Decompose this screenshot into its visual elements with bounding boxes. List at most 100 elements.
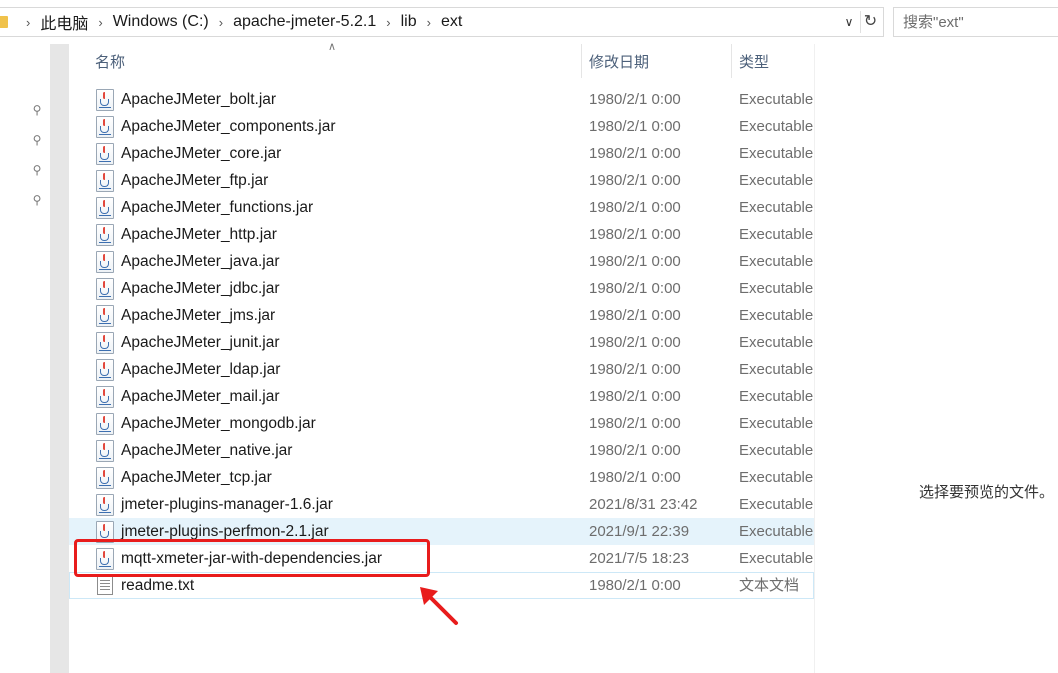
file-name: ApacheJMeter_java.jar: [121, 252, 280, 270]
breadcrumb-item[interactable]: apache-jmeter-5.2.1: [233, 13, 376, 31]
file-date: 1980/2/1 0:00: [589, 145, 681, 162]
breadcrumb[interactable]: › 此电脑 › Windows (C:) › apache-jmeter-5.2.1 › li…: [0, 7, 884, 37]
file-date: 1980/2/1 0:00: [589, 334, 681, 351]
refresh-icon[interactable]: ↻: [860, 11, 880, 33]
file-date: 1980/2/1 0:00: [589, 577, 681, 594]
pin-icon[interactable]: ⚲: [30, 163, 44, 177]
file-type: Executable: [739, 280, 814, 297]
pin-icon[interactable]: ⚲: [30, 103, 44, 117]
breadcrumb-item[interactable]: Windows (C:): [113, 13, 209, 31]
file-type: Executable: [739, 334, 814, 351]
table-row[interactable]: ApacheJMeter_bolt.jar 1980/2/1 0:00 Execut…: [69, 86, 814, 113]
folder-icon: [0, 16, 8, 28]
chevron-right-icon[interactable]: ›: [219, 15, 223, 30]
file-name: ApacheJMeter_tcp.jar: [121, 468, 272, 486]
file-name-cell: ApacheJMeter_mail.jar: [95, 383, 585, 410]
column-header-date[interactable]: 修改日期: [589, 44, 649, 78]
file-type: Executable: [739, 388, 814, 405]
sort-ascending-icon: ∧: [328, 41, 337, 53]
annotation-highlight-box: [74, 539, 430, 577]
pin-icon[interactable]: ⚲: [30, 193, 44, 207]
table-row[interactable]: ApacheJMeter_jdbc.jar 1980/2/1 0:00 Execut…: [69, 275, 814, 302]
column-divider[interactable]: [581, 44, 582, 78]
file-name: ApacheJMeter_ldap.jar: [121, 360, 281, 378]
table-row[interactable]: ApacheJMeter_http.jar 1980/2/1 0:00 Execut…: [69, 221, 814, 248]
search-input[interactable]: [903, 13, 1053, 31]
table-row[interactable]: jmeter-plugins-manager-1.6.jar 2021/8/31 …: [69, 491, 814, 518]
table-row[interactable]: ApacheJMeter_ldap.jar 1980/2/1 0:00 Execut…: [69, 356, 814, 383]
file-name: ApacheJMeter_mail.jar: [121, 387, 280, 405]
file-date: 1980/2/1 0:00: [589, 226, 681, 243]
file-name-cell: ApacheJMeter_bolt.jar: [95, 86, 585, 113]
table-row[interactable]: ApacheJMeter_junit.jar 1980/2/1 0:00 Execu…: [69, 329, 814, 356]
file-date: 1980/2/1 0:00: [589, 118, 681, 135]
file-type: 文本文档: [739, 577, 800, 594]
file-name: ApacheJMeter_ftp.jar: [121, 171, 269, 189]
table-row[interactable]: ApacheJMeter_java.jar 1980/2/1 0:00 Execut…: [69, 248, 814, 275]
jar-file-icon: [95, 169, 115, 192]
table-row[interactable]: ApacheJMeter_core.jar 1980/2/1 0:00 Execut…: [69, 140, 814, 167]
file-name: ApacheJMeter_core.jar: [121, 144, 282, 162]
file-name: readme.txt: [121, 576, 195, 594]
table-row[interactable]: ApacheJMeter_tcp.jar 1980/2/1 0:00 Executa…: [69, 464, 814, 491]
search-field[interactable]: [893, 7, 1058, 37]
breadcrumb-item[interactable]: ext: [441, 13, 462, 31]
file-name: ApacheJMeter_jms.jar: [121, 306, 276, 324]
navigation-scrollbar[interactable]: [50, 44, 69, 673]
file-date: 2021/9/1 22:39: [589, 523, 690, 540]
file-date: 1980/2/1 0:00: [589, 280, 681, 297]
jar-file-icon: [95, 385, 115, 408]
file-type: Executable: [739, 361, 814, 378]
breadcrumb-item[interactable]: lib: [401, 13, 417, 31]
file-type: Executable: [739, 550, 814, 567]
file-name: ApacheJMeter_components.jar: [121, 117, 336, 135]
chevron-right-icon[interactable]: ›: [26, 15, 30, 30]
file-type: Executable: [739, 145, 814, 162]
file-name-cell: ApacheJMeter_core.jar: [95, 140, 585, 167]
column-divider[interactable]: [731, 44, 732, 78]
jar-file-icon: [95, 142, 115, 165]
pin-icon[interactable]: ⚲: [30, 133, 44, 147]
file-type: Executable: [739, 307, 814, 324]
column-header-type[interactable]: 类型: [739, 44, 769, 78]
file-date: 1980/2/1 0:00: [589, 388, 681, 405]
file-name: ApacheJMeter_junit.jar: [121, 333, 280, 351]
chevron-down-icon[interactable]: ∨: [841, 13, 857, 31]
breadcrumb-item[interactable]: 此电脑: [40, 10, 88, 34]
table-row[interactable]: ApacheJMeter_components.jar 1980/2/1 0:00…: [69, 113, 814, 140]
file-date: 1980/2/1 0:00: [589, 172, 681, 189]
file-type: Executable: [739, 172, 814, 189]
file-type: Executable: [739, 523, 814, 540]
file-name: ApacheJMeter_http.jar: [121, 225, 277, 243]
text-file-icon: [95, 574, 115, 597]
chevron-right-icon[interactable]: ›: [98, 15, 102, 30]
file-type: Executable: [739, 91, 814, 108]
table-row[interactable]: ApacheJMeter_ftp.jar 1980/2/1 0:00 Executa…: [69, 167, 814, 194]
table-row[interactable]: ApacheJMeter_native.jar 1980/2/1 0:00 Exec…: [69, 437, 814, 464]
table-row[interactable]: ApacheJMeter_jms.jar 1980/2/1 0:00 Executa…: [69, 302, 814, 329]
file-name: jmeter-plugins-perfmon-2.1.jar: [121, 522, 329, 540]
file-rows: ApacheJMeter_bolt.jar 1980/2/1 0:00 Execut…: [69, 86, 814, 599]
jar-file-icon: [95, 358, 115, 381]
table-row[interactable]: ApacheJMeter_mongodb.jar 1980/2/1 0:00 Exe…: [69, 410, 814, 437]
jar-file-icon: [95, 223, 115, 246]
file-name: ApacheJMeter_mongodb.jar: [121, 414, 316, 432]
file-name-cell: ApacheJMeter_junit.jar: [95, 329, 585, 356]
file-list: ∧ 名称 修改日期 类型 ApacheJMeter_bolt.jar 1980/2…: [69, 41, 814, 673]
file-date: 2021/8/31 23:42: [589, 496, 698, 513]
table-row[interactable]: ApacheJMeter_functions.jar 1980/2/1 0:00 E…: [69, 194, 814, 221]
table-row[interactable]: ApacheJMeter_mail.jar 1980/2/1 0:00 Execut…: [69, 383, 814, 410]
chevron-right-icon[interactable]: ›: [427, 15, 431, 30]
file-type: Executable: [739, 199, 814, 216]
jar-file-icon: [95, 439, 115, 462]
file-type: Executable: [739, 496, 814, 513]
chevron-right-icon[interactable]: ›: [386, 15, 390, 30]
preview-divider[interactable]: [814, 44, 815, 673]
file-name: ApacheJMeter_jdbc.jar: [121, 279, 280, 297]
column-header-type-label: 类型: [739, 53, 770, 71]
file-date: 1980/2/1 0:00: [589, 361, 681, 378]
file-name-cell: ApacheJMeter_jms.jar: [95, 302, 585, 329]
file-type: Executable: [739, 253, 814, 270]
column-header-name[interactable]: 名称: [95, 44, 125, 78]
preview-message: 选择要预览的文件。: [919, 484, 1055, 501]
